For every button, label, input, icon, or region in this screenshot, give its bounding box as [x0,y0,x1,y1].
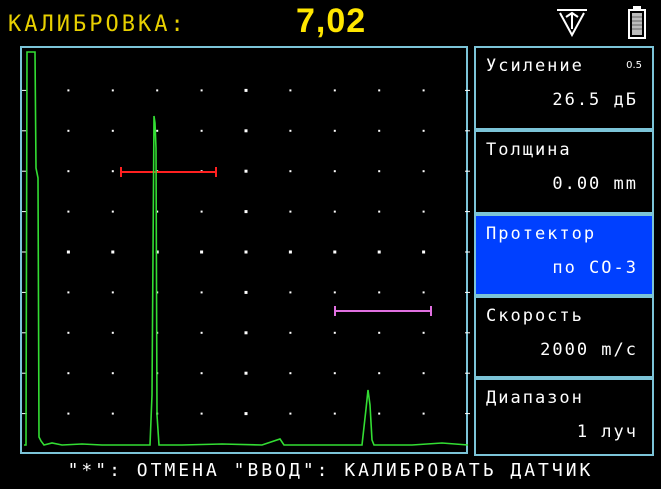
grid-dot [156,129,159,132]
menu-item-protector[interactable]: Протектор по СО-3 [474,214,654,296]
probe-trigger-icon [557,9,587,37]
grid-dot [422,89,425,92]
grid-dot [244,250,248,254]
grid-dot [422,291,425,294]
grid-dot [378,129,381,132]
menu-item-speed[interactable]: Скорость 2000 m/c [474,296,654,378]
grid-dot [333,250,337,254]
grid-dot [422,331,425,334]
grid-dot [244,290,248,294]
grid-dot [111,372,114,375]
grid-dot [289,372,292,375]
menu-item-thickness[interactable]: Толщина 0.00 mm [474,130,654,214]
grid-dot [378,170,381,173]
grid-dot [200,89,203,92]
grid-dot [244,169,248,173]
grid-dot [67,372,70,375]
grid-dot [67,170,70,173]
thickness-label: Толщина [486,140,572,160]
battery-icon [628,6,646,39]
grid-dot [377,250,381,254]
grid-dot [289,210,292,213]
grid-dot [422,412,425,415]
grid-dot [333,129,336,132]
grid-dot [378,372,381,375]
grid-dot [200,210,203,213]
grid-dot [333,170,336,173]
grid-dot [422,210,425,213]
grid-dot [378,210,381,213]
grid-dot [333,291,336,294]
grid-dot [289,129,292,132]
grid-dot [333,89,336,92]
grid-dot [422,372,425,375]
protector-value: по СО-3 [552,258,638,278]
grid-dot [378,291,381,294]
mode-title: КАЛИБРОВКА: [8,12,187,37]
grid-dot [111,89,114,92]
top-bar: КАЛИБРОВКА: 7,02 [0,0,661,45]
grid-dot [67,210,70,213]
grid-dot [289,89,292,92]
grid-dot [200,412,203,415]
thickness-value: 0.00 mm [552,174,638,194]
grid-dot [244,331,248,335]
grid-dot [111,291,114,294]
grid-dot [333,412,336,415]
speed-value: 2000 m/c [540,340,638,360]
grid-dot [378,412,381,415]
grid-dot [66,250,70,254]
grid-dot [288,250,292,254]
gain-value: 26.5 дБ [552,90,638,110]
grid-dot [333,372,336,375]
a-scan-display[interactable] [20,46,470,454]
grid-dot [200,129,203,132]
grid-dot [244,371,248,375]
gain-step: 0.5 [626,60,642,71]
gain-label: Усиление [486,56,584,76]
grid-dot [244,412,248,416]
status-hint: "*": ОТМЕНА "ВВОД": КАЛИБРОВАТЬ ДАТЧИК [67,460,594,481]
grid-dot [378,331,381,334]
range-value: 1 луч [576,422,638,442]
grid-dot [111,331,114,334]
range-label: Диапазон [486,388,584,408]
grid-dot [333,331,336,334]
a-scan-plot [22,51,470,446]
grid-dot [67,89,70,92]
grid-dot [289,412,292,415]
grid-dot [289,331,292,334]
grid-dot [111,170,114,173]
grid-dot [200,291,203,294]
grid-dot [378,89,381,92]
grid-dot [111,129,114,132]
measured-value: 7,02 [296,2,367,40]
grid-dot [67,412,70,415]
speed-label: Скорость [486,306,584,326]
grid-dot [422,250,426,254]
grid-dot [67,129,70,132]
echo-trace [24,51,469,446]
grid-dot [111,210,114,213]
grid-dot [200,331,203,334]
menu-item-range[interactable]: Диапазон 1 луч [474,378,654,456]
grid-dot [244,129,248,133]
grid-dot [67,331,70,334]
grid-dot [244,88,248,92]
grid-dot [244,210,248,214]
grid-dot [67,291,70,294]
grid-dot [156,89,159,92]
grid-dot [111,250,115,254]
grid-dot [200,372,203,375]
grid-dot [200,250,204,254]
grid-dot [333,210,336,213]
grid-dot [289,291,292,294]
grid-dot [422,170,425,173]
menu-item-gain[interactable]: Усиление 0.5 26.5 дБ [474,46,654,130]
grid-dot [422,129,425,132]
grid-dot [289,170,292,173]
protector-label: Протектор [486,224,597,244]
grid-dot [111,412,114,415]
